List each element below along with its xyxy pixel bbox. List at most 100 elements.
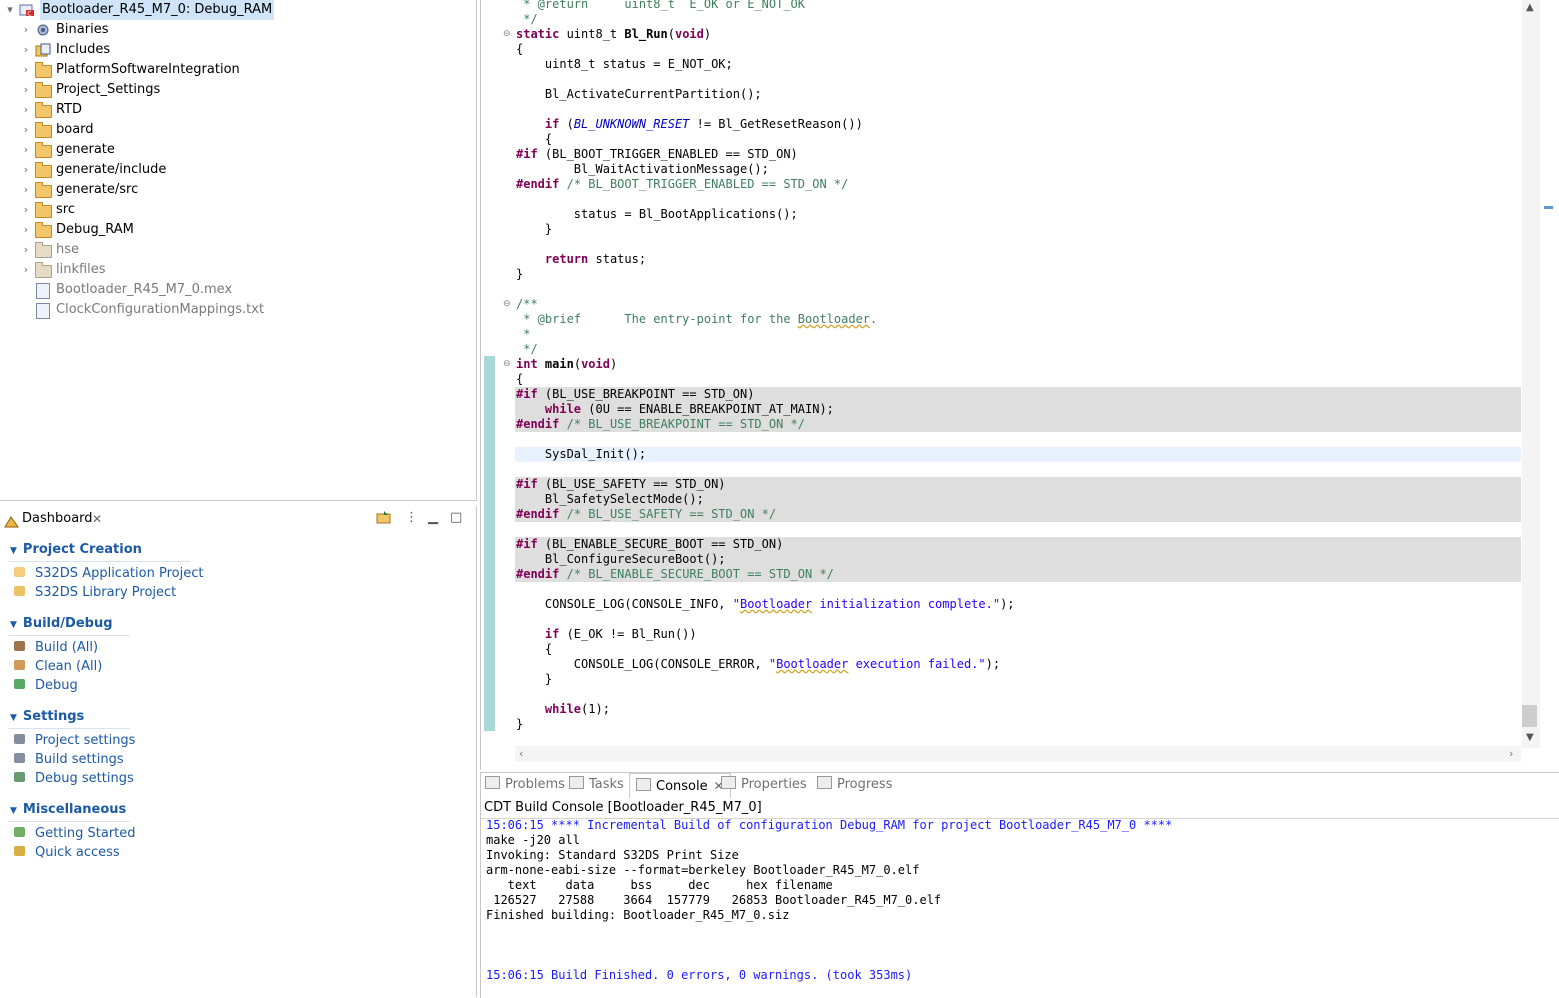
tree-item-label: ClockConfigurationMappings.txt [56, 302, 265, 317]
code-line[interactable]: } [516, 717, 523, 732]
fold-toggle-icon[interactable]: ⊖ [503, 29, 511, 39]
code-line[interactable]: while (0U == ENABLE_BREAKPOINT_AT_MAIN); [516, 402, 834, 417]
code-editor[interactable]: * @return uint8_t E_OK or E_NOT_OK */ ⊖ st… [480, 0, 1559, 770]
code-line[interactable]: */ [516, 12, 537, 27]
horizontal-scrollbar[interactable]: ‹ › [515, 746, 1521, 762]
tab-progress[interactable]: Progress [817, 773, 892, 797]
code-line[interactable]: } [516, 672, 552, 687]
code-line[interactable]: #if (BL_USE_BREAKPOINT == STD_ON) [516, 387, 754, 402]
dashboard-section-title[interactable]: ▼ Project Creation [10, 540, 142, 560]
code-line[interactable]: * @return uint8_t E_OK or E_NOT_OK [516, 0, 805, 12]
chevron-right-icon[interactable]: › [20, 240, 32, 260]
code-line[interactable]: /** [516, 297, 538, 312]
maximize-icon[interactable]: □ [450, 510, 462, 528]
minimize-icon[interactable]: ▁ [428, 510, 438, 528]
dashboard-link[interactable]: Debug [12, 676, 78, 695]
dashboard-link[interactable]: Debug settings [12, 769, 134, 788]
dashboard-link[interactable]: Getting Started [12, 824, 136, 843]
code-line[interactable]: CONSOLE_LOG(CONSOLE_ERROR, "Bootloader e… [516, 657, 1000, 672]
dashboard-link[interactable]: Build (All) [12, 638, 98, 657]
bug-gear-icon [12, 770, 28, 784]
chevron-down-icon[interactable]: ▼ [10, 806, 17, 816]
includes-icon [35, 43, 51, 57]
code-line[interactable]: { [516, 372, 523, 387]
code-line[interactable]: #endif /* BL_ENABLE_SECURE_BOOT == STD_O… [516, 567, 834, 582]
code-line[interactable]: Bl_SafetySelectMode(); [516, 492, 704, 507]
chevron-right-icon[interactable]: › [20, 80, 32, 100]
chevron-down-icon[interactable]: ▼ [10, 546, 17, 556]
code-line[interactable]: #endif /* BL_USE_BREAKPOINT == STD_ON */ [516, 417, 805, 432]
code-line[interactable]: return status; [516, 252, 646, 267]
code-line[interactable]: Bl_ActivateCurrentPartition(); [516, 87, 762, 102]
dashboard-section-title[interactable]: ▼ Build/Debug [10, 614, 113, 634]
code-line[interactable]: uint8_t status = E_NOT_OK; [516, 57, 733, 72]
chevron-right-icon[interactable]: › [20, 20, 32, 40]
code-line[interactable]: #if (BL_USE_SAFETY == STD_ON) [516, 477, 726, 492]
code-line[interactable]: #if (BL_BOOT_TRIGGER_ENABLED == STD_ON) [516, 147, 798, 162]
chevron-down-icon[interactable]: ▼ [10, 713, 17, 723]
dashboard-link[interactable]: Build settings [12, 750, 124, 769]
code-line[interactable]: } [516, 222, 552, 237]
code-line[interactable]: SysDal_Init(); [516, 447, 646, 462]
code-line[interactable]: while(1); [516, 702, 610, 717]
fold-toggle-icon[interactable]: ⊖ [503, 359, 511, 369]
code-line[interactable]: { [516, 642, 552, 657]
code-line[interactable]: int main(void) [516, 357, 617, 372]
fold-toggle-icon[interactable]: ⊖ [503, 299, 511, 309]
close-icon[interactable]: ✕ [92, 506, 102, 532]
code-line[interactable]: #if (BL_ENABLE_SECURE_BOOT == STD_ON) [516, 537, 783, 552]
dashboard-link[interactable]: S32DS Library Project [12, 583, 176, 602]
code-line[interactable]: * @brief The entry-point for the Bootloa… [516, 312, 877, 327]
dashboard-link[interactable]: Quick access [12, 843, 120, 862]
scroll-down-icon[interactable]: ▼ [1526, 732, 1534, 743]
import-icon[interactable] [376, 510, 392, 528]
code-line[interactable]: #endif /* BL_USE_SAFETY == STD_ON */ [516, 507, 776, 522]
chevron-down-icon[interactable]: ▼ [10, 620, 17, 630]
view-menu-icon[interactable]: ⋮ [405, 510, 418, 528]
dashboard-link-label: S32DS Application Project [35, 566, 204, 581]
code-line[interactable]: } [516, 267, 523, 282]
chevron-right-icon[interactable]: › [20, 180, 32, 200]
chevron-right-icon[interactable]: › [20, 160, 32, 180]
chevron-right-icon[interactable]: › [20, 100, 32, 120]
scroll-right-icon[interactable]: › [1509, 747, 1513, 760]
vertical-scrollbar[interactable]: ▲ ▼ [1522, 0, 1540, 748]
tab-problems[interactable]: Problems [485, 773, 565, 797]
code-line[interactable]: { [516, 132, 552, 147]
chevron-right-icon[interactable]: › [20, 200, 32, 220]
tree-item-label: linkfiles [56, 262, 106, 277]
dashboard-link[interactable]: Clean (All) [12, 657, 102, 676]
code-line[interactable]: if (BL_UNKNOWN_RESET != Bl_GetResetReaso… [516, 117, 863, 132]
tab-tasks[interactable]: Tasks [569, 773, 624, 797]
tab-properties[interactable]: Properties [721, 773, 807, 797]
chevron-right-icon[interactable]: › [20, 60, 32, 80]
code-line[interactable]: if (E_OK != Bl_Run()) [516, 627, 697, 642]
scroll-thumb[interactable] [1522, 705, 1537, 727]
code-line[interactable]: CONSOLE_LOG(CONSOLE_INFO, "Bootloader in… [516, 597, 1015, 612]
chevron-right-icon[interactable]: › [20, 40, 32, 60]
problems-icon [485, 776, 500, 789]
code-line[interactable]: * [516, 327, 530, 342]
console-title: CDT Build Console [Bootloader_R45_M7_0] [484, 800, 762, 815]
code-line[interactable]: status = Bl_BootApplications(); [516, 207, 798, 222]
scroll-left-icon[interactable]: ‹ [519, 747, 523, 760]
chevron-right-icon[interactable]: › [20, 220, 32, 240]
code-line[interactable]: #endif /* BL_BOOT_TRIGGER_ENABLED == STD… [516, 177, 848, 192]
chevron-right-icon[interactable]: › [20, 120, 32, 140]
dashboard-link[interactable]: S32DS Application Project [12, 564, 203, 583]
code-line[interactable]: Bl_ConfigureSecureBoot(); [516, 552, 726, 567]
code-line[interactable]: Bl_WaitActivationMessage(); [516, 162, 769, 177]
code-line[interactable]: { [516, 42, 523, 57]
code-line[interactable]: */ [516, 342, 537, 357]
code-line[interactable]: static uint8_t Bl_Run(void) [516, 27, 711, 42]
chevron-down-icon[interactable]: ▾ [4, 0, 16, 20]
dashboard-tab[interactable]: Dashboard ✕ [0, 506, 108, 532]
tab-label: Progress [837, 777, 893, 792]
dashboard-section-title[interactable]: ▼ Miscellaneous [10, 800, 126, 820]
dashboard-section-title[interactable]: ▼ Settings [10, 707, 84, 727]
chevron-right-icon[interactable]: › [20, 260, 32, 280]
chevron-right-icon[interactable]: › [20, 140, 32, 160]
tab-console[interactable]: Console ✕ [629, 773, 731, 798]
scroll-up-icon[interactable]: ▲ [1526, 2, 1534, 13]
dashboard-link[interactable]: Project settings [12, 731, 135, 750]
